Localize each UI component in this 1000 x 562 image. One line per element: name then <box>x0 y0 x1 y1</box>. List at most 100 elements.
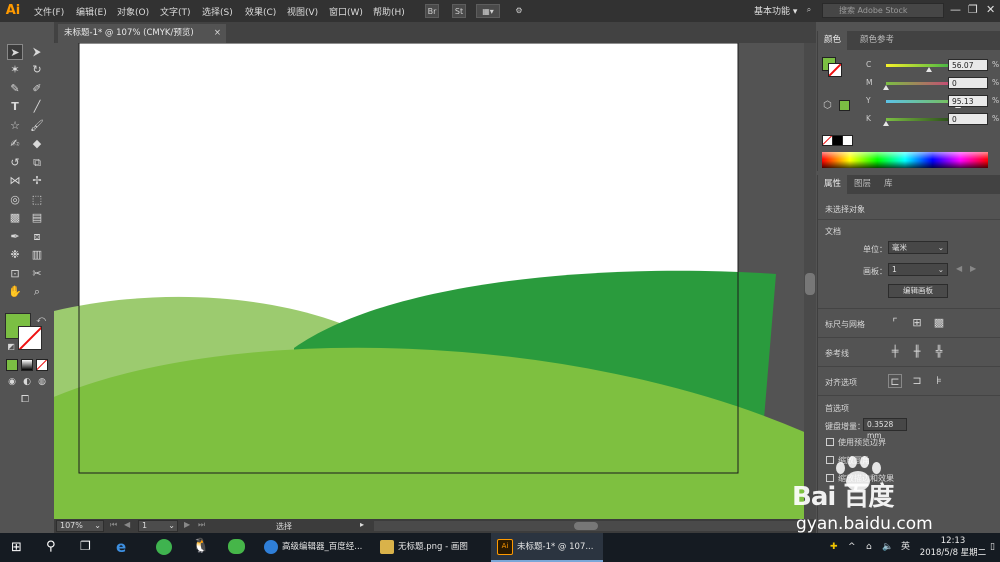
lasso-tool-icon[interactable]: ↻ <box>29 62 45 78</box>
mesh-tool-icon[interactable]: ▩ <box>7 210 23 226</box>
units-dropdown[interactable]: 毫米 ⌄ <box>888 241 948 254</box>
taskbar-item-paint[interactable]: 无标题.png - 画图 <box>374 533 486 562</box>
start-button-icon[interactable]: ⊞ <box>11 540 22 555</box>
scrollbar-thumb[interactable] <box>805 273 815 295</box>
notification-icon[interactable]: ▯ <box>990 533 995 562</box>
restore-button[interactable]: ❐ <box>968 3 978 16</box>
perspective-grid-tool-icon[interactable]: ⬚ <box>29 192 45 208</box>
out-of-gamut-icon[interactable]: ⬡ <box>823 100 832 111</box>
shape-builder-tool-icon[interactable]: ◎ <box>7 192 23 208</box>
menu-effect[interactable]: 效果(C) <box>245 5 276 18</box>
first-artboard-icon[interactable]: ⏮ <box>110 520 117 530</box>
magic-wand-tool-icon[interactable]: ✶ <box>7 62 23 78</box>
color-stroke-swatch[interactable] <box>828 63 842 77</box>
curvature-tool-icon[interactable]: ✐ <box>29 81 45 97</box>
menu-file[interactable]: 文件(F) <box>34 5 64 18</box>
hand-tool-icon[interactable]: ✋ <box>7 284 23 300</box>
gamut-color-swatch[interactable] <box>839 100 850 111</box>
type-tool-icon[interactable]: T <box>7 99 23 115</box>
blend-tool-icon[interactable]: ⧈ <box>29 229 45 245</box>
tab-color[interactable]: 颜色 <box>818 31 848 50</box>
puppet-warp-tool-icon[interactable]: ✢ <box>29 173 45 189</box>
scale-tool-icon[interactable]: ⧉ <box>29 155 45 171</box>
direct-selection-tool-icon[interactable]: ⮞ <box>29 44 45 60</box>
tab-properties[interactable]: 属性 <box>818 175 848 194</box>
tray-volume-icon[interactable]: 🔈 <box>882 533 893 562</box>
menu-help[interactable]: 帮助(H) <box>373 5 405 18</box>
star-tool-icon[interactable]: ☆ <box>7 118 23 134</box>
horizontal-scrollbar[interactable] <box>374 521 804 531</box>
slice-tool-icon[interactable]: ✂ <box>29 266 45 282</box>
close-button[interactable]: ✕ <box>986 3 995 16</box>
ime-indicator[interactable]: 英 <box>901 533 910 562</box>
taskbar-item-editor[interactable]: 高级编辑器_百度经... <box>258 533 370 562</box>
magenta-slider[interactable]: M 0 % <box>866 77 1000 90</box>
artboard-dropdown[interactable]: 1 ⌄ <box>888 263 948 276</box>
eyedropper-tool-icon[interactable]: ✒ <box>7 229 23 245</box>
minimize-button[interactable]: — <box>950 3 961 16</box>
black-slider[interactable]: K 0 % <box>866 113 1000 126</box>
vertical-scrollbar[interactable] <box>804 43 816 519</box>
smart-guides-icon[interactable]: ╬ <box>932 345 946 359</box>
next-artboard-arrow-icon[interactable]: ▶ <box>970 264 976 273</box>
edit-artboards-button[interactable]: 编辑画板 <box>888 284 948 298</box>
last-artboard-icon[interactable]: ⏭ <box>198 520 205 530</box>
wechat-icon[interactable] <box>228 539 245 554</box>
menu-object[interactable]: 对象(O) <box>117 5 149 18</box>
stock-search-input[interactable]: 搜索 Adobe Stock <box>822 3 944 18</box>
black-knob[interactable] <box>883 121 889 126</box>
close-tab-icon[interactable]: × <box>214 24 221 43</box>
snap-to-point-icon[interactable]: ⊏ <box>888 374 902 388</box>
taskbar-clock[interactable]: 12:13 2018/5/8 星期二 <box>918 535 988 559</box>
canvas-area[interactable] <box>54 43 804 519</box>
magenta-value[interactable]: 0 <box>948 77 988 89</box>
tab-libraries[interactable]: 库 <box>878 175 899 194</box>
menu-view[interactable]: 视图(V) <box>287 5 318 18</box>
width-tool-icon[interactable]: ⋈ <box>7 173 23 189</box>
search-icon[interactable]: ⚲ <box>46 539 56 554</box>
use-preview-bounds-checkbox[interactable] <box>826 438 834 446</box>
workspace-switcher[interactable]: 基本功能 ▾ <box>754 4 797 17</box>
ie-browser-icon[interactable]: e <box>116 538 126 556</box>
yellow-value[interactable]: 95.13 <box>948 95 988 107</box>
menu-window[interactable]: 窗口(W) <box>329 5 363 18</box>
pen-tool-icon[interactable]: ✎ <box>7 81 23 97</box>
horizontal-scrollbar-thumb[interactable] <box>574 522 598 530</box>
line-tool-icon[interactable]: ╱ <box>29 99 45 115</box>
keyboard-increment-input[interactable]: 0.3528 mm <box>863 418 907 440</box>
document-tab[interactable]: 未标题-1* @ 107% (CMYK/预览) × <box>58 24 226 43</box>
tab-layers[interactable]: 图层 <box>848 175 877 194</box>
prev-artboard-arrow-icon[interactable]: ◀ <box>956 264 962 273</box>
rotate-tool-icon[interactable]: ↺ <box>7 155 23 171</box>
color-mode-button[interactable] <box>6 359 18 371</box>
draw-inside-icon[interactable]: ◍ <box>34 374 50 390</box>
gpu-performance-icon[interactable]: ⚙ <box>512 4 526 18</box>
swap-fill-stroke-icon[interactable]: ⤺ <box>33 312 49 328</box>
draw-behind-icon[interactable]: ◐ <box>19 374 35 390</box>
magenta-knob[interactable] <box>883 85 889 90</box>
lock-guides-icon[interactable]: ╫ <box>910 345 924 359</box>
artboard-navigator[interactable]: 1 ⌄ <box>138 520 178 532</box>
rulers-icon[interactable]: ⌜ <box>888 316 902 330</box>
taskbar-item-illustrator[interactable]: Ai 未标题-1* @ 107... <box>491 533 603 562</box>
yellow-slider[interactable]: Y 95.13 % <box>866 95 1000 108</box>
eraser-tool-icon[interactable]: ◆ <box>29 136 45 152</box>
tray-chevron-icon[interactable]: ^ <box>848 533 856 562</box>
status-menu-icon[interactable]: ▸ <box>360 520 364 529</box>
gradient-tool-icon[interactable]: ▤ <box>29 210 45 226</box>
draw-normal-icon[interactable]: ◉ <box>4 374 20 390</box>
gradient-mode-button[interactable] <box>21 359 33 371</box>
screen-mode-icon[interactable]: ⧠ <box>17 392 33 408</box>
symbol-sprayer-tool-icon[interactable]: ❉ <box>7 247 23 263</box>
cyan-knob[interactable] <box>925 67 932 72</box>
menu-type[interactable]: 文字(T) <box>160 5 191 18</box>
transparency-grid-icon[interactable]: ▩ <box>932 316 946 330</box>
default-fill-stroke-icon[interactable]: ◩ <box>3 339 19 355</box>
snap-to-pixel-icon[interactable]: ⊐ <box>910 374 924 388</box>
show-guides-icon[interactable]: ╪ <box>888 345 902 359</box>
cyan-value[interactable]: 56.07 <box>948 59 988 71</box>
360-browser-icon[interactable] <box>156 539 172 555</box>
zoom-tool-icon[interactable]: ⌕ <box>29 284 45 300</box>
task-view-icon[interactable]: ❐ <box>80 539 91 553</box>
zoom-field[interactable]: 107% ⌄ <box>56 520 104 532</box>
